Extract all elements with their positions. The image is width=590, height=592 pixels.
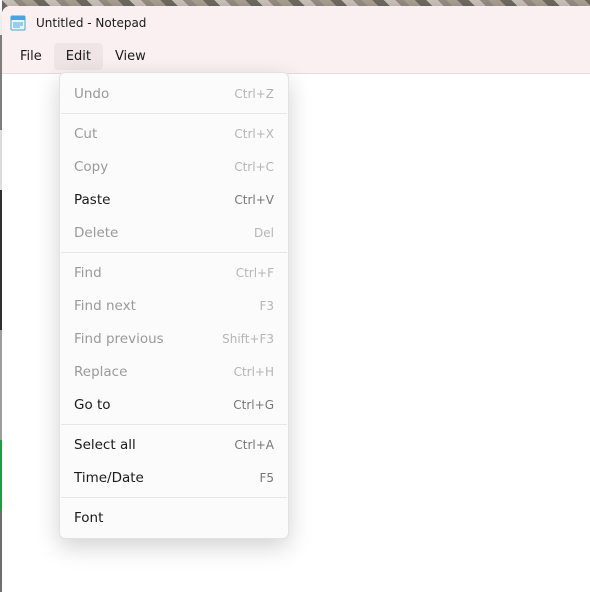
menu-item-shortcut: Shift+F3	[222, 332, 274, 346]
menu-item-label: Copy	[74, 159, 108, 175]
menu-item-shortcut: Ctrl+F	[236, 266, 274, 280]
menu-item-cut: Cut Ctrl+X	[60, 117, 288, 150]
menu-item-label: Font	[74, 510, 103, 526]
menu-item-shortcut: F5	[259, 471, 274, 485]
menu-separator	[61, 113, 287, 114]
menu-item-label: Cut	[74, 126, 97, 142]
menu-view[interactable]: View	[103, 43, 158, 70]
menu-item-shortcut: F3	[259, 299, 274, 313]
menu-item-replace: Replace Ctrl+H	[60, 355, 288, 388]
menu-item-label: Undo	[74, 86, 109, 102]
menu-item-label: Time/Date	[74, 470, 144, 486]
menu-bar: File Edit View	[2, 40, 590, 74]
menu-separator	[61, 497, 287, 498]
menu-item-shortcut: Del	[254, 226, 274, 240]
menu-item-shortcut: Ctrl+C	[234, 160, 274, 174]
notepad-icon	[10, 15, 26, 31]
menu-item-label: Find	[74, 265, 102, 281]
menu-item-time-date[interactable]: Time/Date F5	[60, 461, 288, 494]
menu-item-shortcut: Ctrl+A	[234, 438, 274, 452]
title-bar[interactable]: Untitled - Notepad	[2, 6, 590, 40]
menu-item-label: Find previous	[74, 331, 164, 347]
menu-item-select-all[interactable]: Select all Ctrl+A	[60, 428, 288, 461]
menu-item-label: Select all	[74, 437, 136, 453]
menu-item-copy: Copy Ctrl+C	[60, 150, 288, 183]
menu-item-label: Replace	[74, 364, 127, 380]
menu-item-shortcut: Ctrl+V	[234, 193, 274, 207]
menu-item-shortcut: Ctrl+G	[233, 398, 274, 412]
desktop-background: Untitled - Notepad File Edit View Undo Ct…	[0, 0, 590, 592]
window-title: Untitled - Notepad	[36, 16, 146, 30]
menu-item-shortcut: Ctrl+H	[234, 365, 274, 379]
edit-menu-dropdown: Undo Ctrl+Z Cut Ctrl+X Copy Ctrl+C Paste Ctrl+V…	[59, 72, 289, 539]
menu-separator	[61, 252, 287, 253]
menu-edit[interactable]: Edit	[54, 43, 103, 70]
menu-file[interactable]: File	[8, 43, 54, 70]
menu-item-shortcut: Ctrl+X	[234, 127, 274, 141]
menu-item-shortcut: Ctrl+Z	[234, 87, 274, 101]
menu-item-find: Find Ctrl+F	[60, 256, 288, 289]
menu-item-label: Go to	[74, 397, 111, 413]
menu-item-find-previous: Find previous Shift+F3	[60, 322, 288, 355]
menu-item-delete: Delete Del	[60, 216, 288, 249]
menu-item-label: Find next	[74, 298, 136, 314]
menu-item-label: Delete	[74, 225, 118, 241]
menu-item-undo: Undo Ctrl+Z	[60, 77, 288, 110]
notepad-window: Untitled - Notepad File Edit View Undo Ct…	[2, 6, 590, 592]
menu-item-label: Paste	[74, 192, 110, 208]
menu-item-paste[interactable]: Paste Ctrl+V	[60, 183, 288, 216]
menu-item-find-next: Find next F3	[60, 289, 288, 322]
menu-item-go-to[interactable]: Go to Ctrl+G	[60, 388, 288, 421]
menu-item-font[interactable]: Font	[60, 501, 288, 534]
menu-separator	[61, 424, 287, 425]
